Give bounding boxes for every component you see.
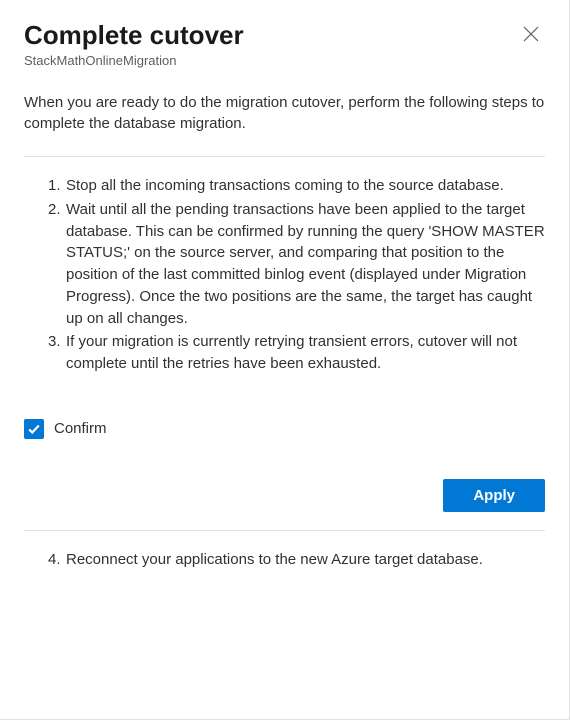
steps-list-after: 4. Reconnect your applications to the ne…: [24, 549, 545, 571]
close-button[interactable]: [517, 20, 545, 48]
dialog-subtitle: StackMathOnlineMigration: [24, 53, 545, 68]
step-4-number: 4.: [48, 549, 61, 571]
step-2: Wait until all the pending transactions …: [48, 199, 545, 330]
apply-button[interactable]: Apply: [443, 479, 545, 512]
confirm-label: Confirm: [54, 420, 107, 437]
steps-list: Stop all the incoming transactions comin…: [24, 175, 545, 375]
step-3: If your migration is currently retrying …: [48, 331, 545, 375]
step-4: 4. Reconnect your applications to the ne…: [48, 549, 545, 571]
divider: [24, 156, 545, 157]
confirm-row: Confirm: [24, 419, 545, 439]
divider: [24, 530, 545, 531]
intro-text: When you are ready to do the migration c…: [24, 92, 545, 134]
apply-row: Apply: [24, 479, 545, 512]
step-4-text: Reconnect your applications to the new A…: [66, 551, 483, 568]
confirm-checkbox[interactable]: [24, 419, 44, 439]
close-icon: [523, 26, 539, 42]
step-1: Stop all the incoming transactions comin…: [48, 175, 545, 197]
check-icon: [27, 422, 41, 436]
dialog-title: Complete cutover: [24, 20, 244, 51]
